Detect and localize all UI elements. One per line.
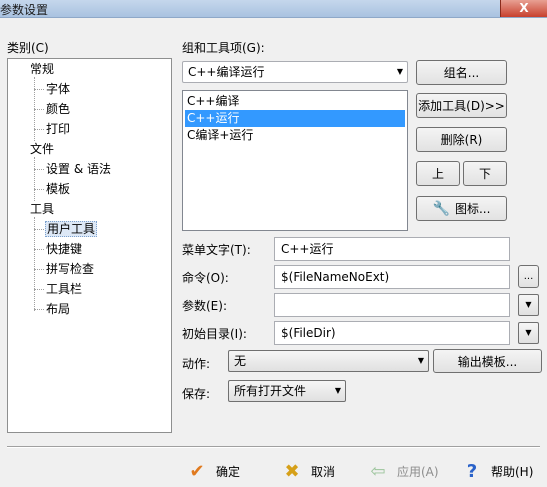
tree-item-print[interactable]: 打印 bbox=[46, 120, 70, 138]
question-icon: ? bbox=[466, 460, 478, 482]
add-tool-button[interactable]: 添加工具(D)>> bbox=[416, 93, 507, 118]
move-down-button[interactable]: 下 bbox=[463, 161, 507, 186]
tree-item-file[interactable]: 文件 bbox=[30, 140, 54, 158]
action-selected: 无 bbox=[234, 354, 247, 368]
tree-line bbox=[34, 189, 44, 190]
tree-item-user-tools[interactable]: 用户工具 bbox=[45, 220, 98, 238]
args-input[interactable] bbox=[274, 293, 510, 317]
category-tree[interactable]: 常规 字体 颜色 打印 文件 设置 & 语法 模板 工具 用户工具 快捷键 拼写… bbox=[7, 58, 172, 433]
tree-item-template[interactable]: 模板 bbox=[46, 180, 70, 198]
tree-line bbox=[34, 229, 44, 230]
apply-button[interactable]: ⇦ 应用(A) bbox=[367, 459, 439, 483]
tree-line bbox=[34, 309, 44, 310]
args-dropdown-button[interactable]: ▼ bbox=[518, 294, 539, 316]
tree-item-spellcheck[interactable]: 拼写检查 bbox=[46, 260, 94, 278]
command-browse-button[interactable]: ... bbox=[518, 265, 539, 288]
chevron-down-icon: ▼ bbox=[525, 300, 532, 309]
tree-line bbox=[34, 249, 44, 250]
wrench-icon: 🔧 bbox=[432, 200, 450, 217]
list-item[interactable]: C++运行 bbox=[185, 110, 405, 127]
menu-text-label: 菜单文字(T): bbox=[182, 243, 251, 257]
tree-item-font[interactable]: 字体 bbox=[46, 80, 70, 98]
args-label: 参数(E): bbox=[182, 299, 227, 313]
tree-line bbox=[34, 109, 44, 110]
cross-icon: ✖ bbox=[284, 460, 300, 482]
chevron-down-icon: ▼ bbox=[417, 356, 424, 365]
tree-item-shortcuts[interactable]: 快捷键 bbox=[46, 240, 82, 258]
action-label: 动作: bbox=[182, 357, 211, 371]
ok-button[interactable]: ✔ 确定 bbox=[186, 459, 240, 483]
window-title: 参数设置 bbox=[0, 3, 49, 17]
tree-item-tools[interactable]: 工具 bbox=[30, 200, 54, 218]
save-label: 保存: bbox=[182, 387, 211, 401]
help-label: 帮助(H) bbox=[491, 464, 534, 479]
save-selected: 所有打开文件 bbox=[234, 384, 307, 398]
tree-line bbox=[34, 157, 35, 201]
initdir-dropdown-button[interactable]: ▼ bbox=[518, 322, 539, 344]
command-input[interactable]: $(FileNameNoExt) bbox=[274, 265, 510, 289]
tree-line bbox=[34, 89, 44, 90]
footer-divider bbox=[7, 446, 540, 448]
tree-item-settings-syntax[interactable]: 设置 & 语法 bbox=[46, 160, 111, 178]
icon-button[interactable]: 🔧 图标... bbox=[416, 196, 507, 221]
cancel-label: 取消 bbox=[311, 464, 336, 479]
help-button[interactable]: ? 帮助(H) bbox=[461, 459, 534, 483]
delete-button[interactable]: 删除(R) bbox=[416, 127, 507, 152]
group-name-button[interactable]: 组名... bbox=[416, 60, 507, 85]
list-item[interactable]: C编译+运行 bbox=[185, 127, 405, 144]
tree-line bbox=[34, 289, 44, 290]
toolgroup-label: 组和工具项(G): bbox=[182, 41, 265, 55]
tree-item-toolbar[interactable]: 工具栏 bbox=[46, 280, 82, 298]
tree-item-color[interactable]: 颜色 bbox=[46, 100, 70, 118]
ok-label: 确定 bbox=[216, 464, 241, 479]
chevron-down-icon: ▼ bbox=[334, 386, 341, 395]
command-label: 命令(O): bbox=[182, 271, 229, 285]
chevron-down-icon: ▼ bbox=[396, 67, 403, 76]
tool-list[interactable]: C++编译 C++运行 C编译+运行 bbox=[182, 90, 408, 231]
tree-line bbox=[34, 169, 44, 170]
action-select[interactable]: 无 ▼ bbox=[228, 350, 429, 372]
toolgroup-select[interactable]: C++编译运行 ▼ bbox=[182, 61, 408, 83]
save-select[interactable]: 所有打开文件 ▼ bbox=[228, 380, 346, 402]
tree-line bbox=[34, 129, 44, 130]
icon-button-label: 图标... bbox=[454, 202, 491, 216]
apply-label: 应用(A) bbox=[397, 464, 439, 479]
arrow-left-icon: ⇦ bbox=[370, 460, 386, 482]
initdir-input[interactable]: $(FileDir) bbox=[274, 321, 510, 345]
output-template-button[interactable]: 输出模板... bbox=[433, 349, 542, 373]
tree-line bbox=[34, 217, 35, 311]
category-label: 类别(C) bbox=[7, 41, 49, 55]
tree-item-layout[interactable]: 布局 bbox=[46, 300, 70, 318]
initdir-label: 初始目录(I): bbox=[182, 327, 247, 341]
menu-text-input[interactable]: C++运行 bbox=[274, 237, 510, 261]
toolgroup-selected: C++编译运行 bbox=[188, 65, 265, 79]
tree-item-general[interactable]: 常规 bbox=[30, 60, 54, 78]
tree-line bbox=[34, 269, 44, 270]
chevron-down-icon: ▼ bbox=[525, 328, 532, 337]
list-item[interactable]: C++编译 bbox=[185, 93, 405, 110]
checkmark-icon: ✔ bbox=[189, 460, 205, 482]
move-up-button[interactable]: 上 bbox=[416, 161, 460, 186]
close-button[interactable]: X bbox=[500, 0, 547, 17]
title-bar: 参数设置 X bbox=[0, 0, 547, 18]
cancel-button[interactable]: ✖ 取消 bbox=[281, 459, 335, 483]
